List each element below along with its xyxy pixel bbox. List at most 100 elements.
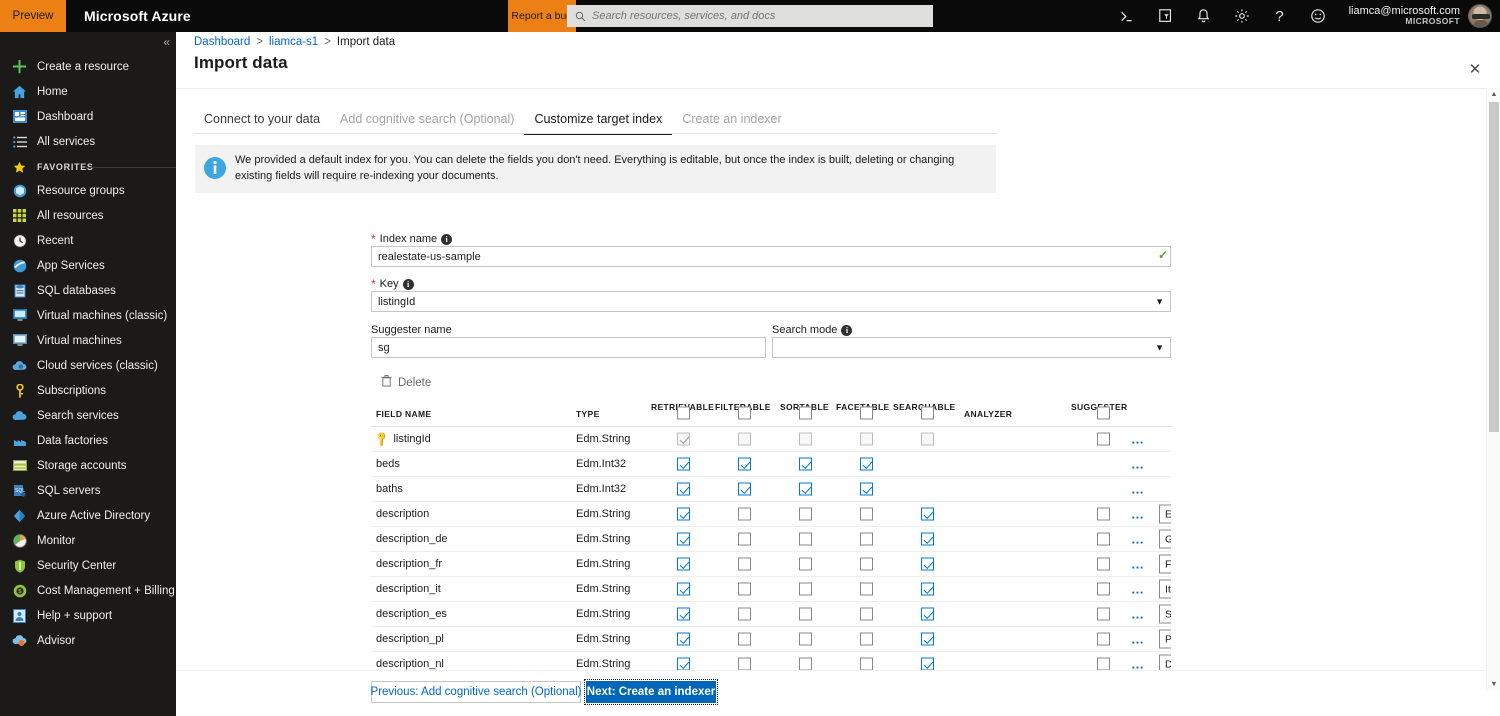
sidebar-item-all-services[interactable]: All services [0,129,176,154]
row-menu-icon[interactable]: … [1131,508,1146,521]
header-checkbox-retrievable[interactable] [677,406,690,419]
sidebar-item-cloud-services-classic[interactable]: Cloud services (classic) [0,353,176,378]
checkbox-sortable[interactable] [799,457,812,471]
blade-vertical-scrollbar[interactable]: ▲ ▼ [1486,88,1500,690]
checkbox-searchable[interactable] [921,632,934,646]
sidebar-item-help-support[interactable]: Help + support [0,603,176,628]
info-tooltip-icon[interactable]: i [841,324,853,336]
delete-button[interactable]: Delete [381,375,431,390]
checkbox-retrievable[interactable] [677,457,690,471]
help-question-icon[interactable]: ? [1261,0,1299,32]
row-menu-icon[interactable]: … [1131,533,1146,546]
index-name-input[interactable] [371,246,1171,267]
sidebar-item-all-resources[interactable]: All resources [0,203,176,228]
directory-filter-icon[interactable] [1147,0,1185,32]
checkbox-searchable[interactable] [921,582,934,596]
checkbox-sortable[interactable] [799,582,812,596]
sidebar-item-azure-active-directory[interactable]: Azure Active Directory [0,503,176,528]
table-row[interactable]: description_fr Edm.String French - Micro… [371,552,1171,577]
checkbox-filterable[interactable] [738,632,751,646]
checkbox-filterable[interactable] [738,607,751,621]
global-search-box[interactable] [567,5,933,27]
analyzer-select[interactable]: Italian - Microsoft ▼ [1159,579,1171,599]
breadcrumb-item-dashboard[interactable]: Dashboard [194,36,250,48]
checkbox-sortable[interactable] [799,482,812,496]
sidebar-item-subscriptions[interactable]: Subscriptions [0,378,176,403]
sidebar-item-search-services[interactable]: Search services [0,403,176,428]
sidebar-item-virtual-machines[interactable]: Virtual machines [0,328,176,353]
sidebar-item-cost-management-billing[interactable]: $ Cost Management + Billing [0,578,176,603]
breadcrumb-item-service[interactable]: liamca-s1 [269,36,318,48]
previous-button[interactable]: Previous: Add cognitive search (Optional… [371,681,581,703]
checkbox-facetable[interactable] [860,457,873,471]
table-row[interactable]: description Edm.String English - Microso… [371,502,1171,527]
checkbox-suggester[interactable] [1097,532,1110,546]
checkbox-sortable[interactable] [799,507,812,521]
sidebar-item-data-factories[interactable]: Data factories [0,428,176,453]
sidebar-item-create-a-resource[interactable]: Create a resource [0,54,176,79]
checkbox-retrievable[interactable] [677,582,690,596]
table-row[interactable]: description_es Edm.String Spanish - Micr… [371,602,1171,627]
checkbox-suggester[interactable] [1097,557,1110,571]
row-menu-icon[interactable]: … [1131,558,1146,571]
checkbox-facetable[interactable] [860,607,873,621]
analyzer-select[interactable]: English - Microsoft ▼ [1159,504,1171,524]
analyzer-select[interactable]: Spanish - Microsoft ▼ [1159,604,1171,624]
checkbox-filterable[interactable] [738,532,751,546]
header-checkbox-facetable[interactable] [860,406,873,419]
checkbox-facetable[interactable] [860,632,873,646]
azure-brand-logo[interactable]: Microsoft Azure [66,0,207,32]
suggester-name-input[interactable] [371,337,766,358]
notifications-bell-icon[interactable] [1185,0,1223,32]
search-input[interactable] [592,10,925,22]
tab-connect-to-your-data[interactable]: Connect to your data [194,108,330,135]
avatar[interactable] [1468,4,1492,28]
row-menu-icon[interactable]: … [1131,583,1146,596]
sidebar-collapse-icon[interactable]: « [163,36,170,48]
row-menu-icon[interactable]: … [1131,658,1146,671]
checkbox-suggester[interactable] [1097,632,1110,646]
row-menu-icon[interactable]: … [1131,608,1146,621]
account-menu[interactable]: liamca@microsoft.com MICROSOFT [1337,0,1500,32]
checkbox-facetable[interactable] [860,507,873,521]
feedback-smiley-icon[interactable] [1299,0,1337,32]
checkbox-retrievable[interactable] [677,507,690,521]
checkbox-retrievable[interactable] [677,607,690,621]
sidebar-item-storage-accounts[interactable]: Storage accounts [0,453,176,478]
checkbox-retrievable[interactable] [677,632,690,646]
row-menu-icon[interactable]: … [1131,483,1146,496]
preview-badge[interactable]: Preview [0,0,66,32]
info-tooltip-icon[interactable]: i [402,278,414,290]
checkbox-suggester[interactable] [1097,507,1110,521]
checkbox-retrievable[interactable] [677,482,690,496]
checkbox-searchable[interactable] [921,607,934,621]
sidebar-item-security-center[interactable]: Security Center [0,553,176,578]
analyzer-select[interactable]: French - Microsoft ▼ [1159,554,1171,574]
checkbox-suggester[interactable] [1097,657,1110,671]
checkbox-facetable[interactable] [860,657,873,671]
checkbox-facetable[interactable] [860,482,873,496]
checkbox-searchable[interactable] [921,507,934,521]
checkbox-sortable[interactable] [799,607,812,621]
close-icon[interactable]: ✕ [1464,58,1486,80]
table-row[interactable]: description_pl Edm.String Polish - Micro… [371,627,1171,652]
checkbox-filterable[interactable] [738,657,751,671]
scroll-up-icon[interactable]: ▲ [1487,88,1500,100]
report-a-bug-button[interactable]: Report a bug [507,0,576,32]
checkbox-sortable[interactable] [799,532,812,546]
header-checkbox-sortable[interactable] [799,406,812,419]
table-row[interactable]: description_it Edm.String Italian - Micr… [371,577,1171,602]
header-checkbox-searchable[interactable] [921,406,934,419]
sidebar-item-monitor[interactable]: Monitor [0,528,176,553]
tab-add-cognitive-search[interactable]: Add cognitive search (Optional) [330,108,524,135]
checkbox-suggester[interactable] [1097,432,1110,446]
checkbox-sortable[interactable] [799,657,812,671]
sidebar-item-sql-databases[interactable]: SQL databases [0,278,176,303]
sidebar-item-app-services[interactable]: App Services [0,253,176,278]
checkbox-facetable[interactable] [860,532,873,546]
tab-customize-target-index[interactable]: Customize target index [524,108,673,135]
table-row[interactable]: baths Edm.Int32 … [371,477,1171,502]
cloud-shell-icon[interactable] [1109,0,1147,32]
sidebar-item-recent[interactable]: Recent [0,228,176,253]
scrollbar-thumb[interactable] [1489,102,1499,432]
